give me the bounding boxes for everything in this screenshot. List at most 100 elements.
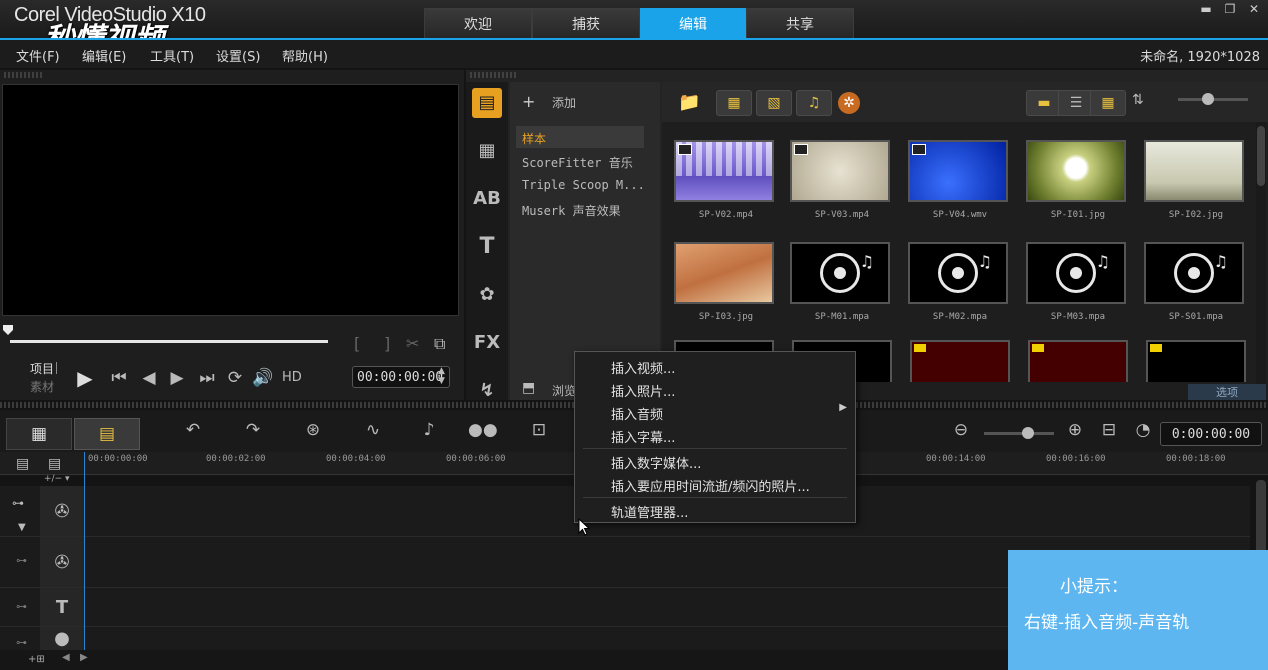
- redo-icon[interactable]: ↷: [240, 420, 266, 442]
- sort-icon[interactable]: ⇅: [1132, 92, 1144, 108]
- view-grid-icon[interactable]: ▦: [1090, 90, 1126, 116]
- folder-scorefitter[interactable]: ScoreFitter 音乐: [522, 154, 633, 171]
- menu-insert-audio[interactable]: 插入音频: [611, 404, 663, 423]
- record-capture-icon[interactable]: ⊛: [300, 420, 326, 442]
- zoom-out-icon[interactable]: ⊖: [948, 420, 974, 442]
- menu-settings[interactable]: 设置(S): [216, 46, 260, 65]
- mark-in-icon[interactable]: [: [354, 334, 360, 353]
- track-lock-icon[interactable]: ⊶: [12, 496, 24, 510]
- previous-frame-icon[interactable]: ◀︎: [138, 368, 160, 388]
- media-thumb[interactable]: ♫ SP-S01.mpa: [1138, 238, 1254, 338]
- media-thumb[interactable]: SP-I01.jpg: [1020, 136, 1136, 236]
- preview-timecode[interactable]: 00:00:00:00: [352, 366, 450, 388]
- scrub-track[interactable]: [10, 340, 328, 343]
- menu-tools[interactable]: 工具(T): [150, 46, 194, 65]
- media-thumb[interactable]: SP-V04.wmv: [902, 136, 1018, 236]
- menu-track-manager[interactable]: 轨道管理器...: [611, 502, 688, 521]
- media-thumb-partial[interactable]: [910, 340, 1010, 382]
- instant-project-icon[interactable]: ▦: [472, 136, 502, 166]
- menu-insert-subtitle[interactable]: 插入字幕...: [611, 427, 675, 446]
- hd-toggle[interactable]: HD: [282, 370, 302, 385]
- chapter-cue-icon[interactable]: ▤: [48, 456, 61, 472]
- folder-triple-scoop[interactable]: Triple Scoop M...: [522, 178, 645, 192]
- media-thumb[interactable]: ♫ SP-M03.mpa: [1020, 238, 1136, 338]
- scroll-left-icon[interactable]: ◀: [62, 652, 70, 663]
- add-icon[interactable]: +: [522, 92, 535, 111]
- track-lock-icon[interactable]: ⊶: [16, 600, 27, 613]
- project-duration-icon[interactable]: ◔: [1130, 420, 1156, 442]
- show-video-icon[interactable]: ▦: [716, 90, 752, 116]
- folder-samples[interactable]: 样本: [522, 130, 546, 147]
- graphic-icon[interactable]: ✿: [472, 280, 502, 310]
- restore-icon[interactable]: ❐: [1222, 2, 1238, 18]
- auto-music-icon[interactable]: ♪: [416, 420, 442, 442]
- timeline-timecode[interactable]: 0:00:00:00: [1160, 422, 1262, 446]
- media-thumb[interactable]: SP-V02.mp4: [668, 136, 784, 236]
- menu-insert-time-lapse[interactable]: 插入要应用时间流逝/频闪的照片...: [611, 476, 810, 495]
- playhead[interactable]: [84, 452, 85, 650]
- view-list-icon[interactable]: ☰: [1058, 90, 1094, 116]
- library-scroll-thumb[interactable]: [1257, 126, 1265, 186]
- media-thumb-partial[interactable]: [1146, 340, 1246, 382]
- scrub-handle[interactable]: [2, 324, 14, 336]
- media-thumb[interactable]: SP-I03.jpg: [668, 238, 784, 338]
- menu-insert-video[interactable]: 插入视频...: [611, 358, 675, 377]
- home-icon[interactable]: ⏮: [108, 368, 130, 388]
- tab-capture[interactable]: 捕获: [532, 8, 640, 39]
- menu-file[interactable]: 文件(F): [16, 46, 60, 65]
- scissors-icon[interactable]: ✂: [406, 334, 419, 353]
- mode-clip[interactable]: 素材: [30, 378, 54, 395]
- add-track-dropdown[interactable]: +/− ▾: [44, 474, 70, 484]
- minimize-icon[interactable]: ▬: [1198, 2, 1214, 18]
- folder-icon[interactable]: 📁: [678, 92, 700, 113]
- panel-grip[interactable]: [4, 72, 44, 78]
- menu-insert-photo[interactable]: 插入照片...: [611, 381, 675, 400]
- track-lock-icon[interactable]: ⊶: [16, 554, 27, 567]
- next-frame-icon[interactable]: ▶︎: [166, 368, 188, 388]
- timeline-view-icon[interactable]: ▤: [74, 418, 140, 450]
- repeat-icon[interactable]: ⟳: [224, 368, 246, 388]
- thumb-size-handle[interactable]: [1202, 93, 1214, 105]
- show-audio-icon[interactable]: ♫: [796, 90, 832, 116]
- media-thumb-partial[interactable]: [1028, 340, 1128, 382]
- timeline-zoom-slider[interactable]: [984, 432, 1054, 435]
- menu-insert-digital-media[interactable]: 插入数字媒体...: [611, 453, 701, 472]
- undo-icon[interactable]: ↶: [180, 420, 206, 442]
- scroll-right-icon[interactable]: ▶: [80, 652, 88, 663]
- add-track-icon[interactable]: +⊞: [28, 654, 45, 665]
- enlarge-icon[interactable]: ⧉: [434, 334, 445, 354]
- sound-mixer-icon[interactable]: ∿: [360, 420, 386, 442]
- media-thumb[interactable]: ♫ SP-M02.mpa: [902, 238, 1018, 338]
- motion-tracking-icon[interactable]: ●●: [468, 420, 498, 442]
- collapse-icon[interactable]: ▼: [18, 522, 26, 533]
- zoom-in-icon[interactable]: ⊕: [1062, 420, 1088, 442]
- title-track-header[interactable]: T: [40, 588, 85, 626]
- tab-share[interactable]: 共享: [746, 8, 854, 39]
- options-tab[interactable]: 选项: [1188, 384, 1266, 400]
- media-thumb[interactable]: ♫ SP-M01.mpa: [784, 238, 900, 338]
- filter-icon[interactable]: FX: [472, 328, 502, 358]
- media-thumb[interactable]: SP-I02.jpg: [1138, 136, 1254, 236]
- add-folder-button[interactable]: 添加: [552, 94, 576, 111]
- tab-edit[interactable]: 编辑: [640, 8, 746, 39]
- library-grip[interactable]: [470, 72, 516, 78]
- browse-button[interactable]: 浏览: [552, 382, 576, 399]
- overlay-track-header[interactable]: ✇: [40, 537, 85, 587]
- media-thumb[interactable]: SP-V03.mp4: [784, 136, 900, 236]
- play-icon[interactable]: ▶: [74, 366, 96, 390]
- mode-project[interactable]: 项目: [30, 360, 54, 377]
- film-reel-icon[interactable]: ✲: [838, 92, 860, 114]
- menu-help[interactable]: 帮助(H): [282, 46, 328, 65]
- track-manager-icon[interactable]: ▤: [16, 456, 29, 472]
- title-icon[interactable]: T: [472, 232, 502, 262]
- view-thumbnail-icon[interactable]: ▬: [1026, 90, 1062, 116]
- media-icon[interactable]: ▤: [472, 88, 502, 118]
- menu-edit[interactable]: 编辑(E): [82, 46, 126, 65]
- mark-out-icon[interactable]: ]: [384, 334, 390, 353]
- timeline-zoom-handle[interactable]: [1022, 427, 1034, 439]
- volume-icon[interactable]: 🔊: [252, 368, 274, 388]
- storyboard-view-icon[interactable]: ▦: [6, 418, 72, 450]
- show-photo-icon[interactable]: ▧: [756, 90, 792, 116]
- tab-welcome[interactable]: 欢迎: [424, 8, 532, 39]
- subtitle-editor-icon[interactable]: ⊡: [526, 420, 552, 442]
